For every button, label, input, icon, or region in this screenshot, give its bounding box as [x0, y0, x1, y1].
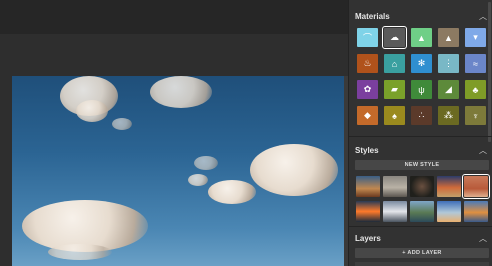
style-snow-peaks[interactable] [383, 201, 407, 222]
material-swatch[interactable]: ◢ [438, 80, 459, 99]
waves-icon: ≈ [473, 58, 478, 69]
peak-icon: ▲ [444, 32, 453, 43]
material-swatch[interactable]: ♨ [357, 54, 378, 73]
material-swatch[interactable]: ⋮ [438, 54, 459, 73]
tree-icon: ♆ [472, 110, 479, 121]
cloud-shape [150, 76, 212, 108]
style-canyon[interactable] [356, 176, 380, 197]
material-swatch[interactable]: ▲ [411, 28, 432, 47]
sparkle-icon: ⁂ [444, 110, 453, 120]
fire-icon: ♨ [363, 58, 372, 68]
style-valley[interactable] [464, 201, 488, 222]
flower-icon: ✿ [363, 84, 372, 94]
style-desert[interactable] [462, 174, 490, 199]
material-swatch[interactable]: ψ [411, 80, 432, 99]
material-swatch[interactable]: ✻ [411, 54, 432, 73]
stars-icon: ∴ [418, 110, 425, 120]
add-layer-button[interactable]: + ADD LAYER [355, 248, 489, 258]
style-sketch[interactable] [383, 176, 407, 197]
material-swatch[interactable]: ⌂ [384, 54, 405, 73]
right-panel: Materials ︿ ⌒ ☁ ▲ ▲ ▾ ♨ ⌂ ✻ ⋮ ≈ ✿ ▰ ψ ◢ ♣ ◆ ♠ ∴ ⁂ ♆ Styles … [348, 0, 492, 266]
section-divider [349, 226, 492, 227]
style-sunset-sea[interactable] [437, 176, 461, 197]
material-swatch[interactable]: ⌒ [357, 28, 378, 47]
cloud-icon: ☁ [390, 32, 399, 42]
mountain-icon: ▲ [417, 32, 426, 43]
rock-icon: ◆ [364, 110, 371, 120]
cloud-shape [208, 180, 256, 204]
materials-header[interactable]: Materials ︿ [349, 8, 492, 28]
canvas-toolbar-strip [0, 0, 348, 34]
house-icon: ⌂ [391, 58, 398, 69]
cloud-shape [250, 144, 338, 196]
material-swatch[interactable]: ∴ [411, 106, 432, 125]
layers-title: Layers [355, 234, 381, 243]
material-swatch[interactable]: ◆ [357, 106, 378, 125]
snowflake-icon: ✻ [417, 58, 426, 68]
new-style-button[interactable]: NEW STYLE [355, 160, 489, 170]
chevron-up-icon[interactable]: ︿ [479, 233, 487, 244]
styles-header[interactable]: Styles ︿ [349, 142, 492, 162]
chevron-up-icon[interactable]: ︿ [479, 145, 487, 156]
cloud-shape [76, 100, 108, 122]
material-swatch[interactable]: ≈ [465, 54, 486, 73]
material-swatch[interactable]: ✿ [357, 80, 378, 99]
section-divider [349, 136, 492, 137]
sun-horizon-icon: ⌒ [362, 33, 372, 43]
material-swatch[interactable]: ♆ [465, 106, 486, 125]
material-swatch[interactable]: ▰ [384, 80, 405, 99]
material-swatch[interactable]: ⁂ [438, 106, 459, 125]
canvas-image[interactable] [12, 76, 344, 266]
forest-icon: ♣ [472, 84, 479, 95]
material-swatch[interactable]: ☁ [382, 26, 407, 49]
drop-icon: ▾ [473, 32, 478, 42]
cloud-shape [48, 244, 112, 260]
layers-header[interactable]: Layers ︿ [349, 230, 492, 250]
canvas-area[interactable] [0, 0, 348, 266]
cloud-shape [188, 174, 208, 186]
material-swatch[interactable]: ♠ [384, 106, 405, 125]
styles-title: Styles [355, 146, 379, 155]
hill-icon: ◢ [445, 84, 452, 94]
style-coast[interactable] [437, 201, 461, 222]
style-dark-arch[interactable] [410, 176, 434, 197]
material-swatch[interactable]: ▲ [438, 28, 459, 47]
cloud-shape [112, 118, 132, 130]
layer-row[interactable] [355, 262, 489, 266]
cloud-shape [194, 156, 218, 170]
rain-icon: ⋮ [444, 58, 453, 68]
material-swatch[interactable]: ♣ [465, 80, 486, 99]
material-swatch[interactable]: ▾ [465, 28, 486, 47]
chevron-up-icon[interactable]: ︿ [479, 11, 487, 22]
field-icon: ▰ [391, 84, 398, 94]
style-ocean-dusk[interactable] [356, 201, 380, 222]
palm-icon: ♠ [392, 110, 397, 121]
materials-title: Materials [355, 12, 390, 21]
style-mountain-lake[interactable] [410, 201, 434, 222]
grass-icon: ψ [418, 84, 425, 95]
